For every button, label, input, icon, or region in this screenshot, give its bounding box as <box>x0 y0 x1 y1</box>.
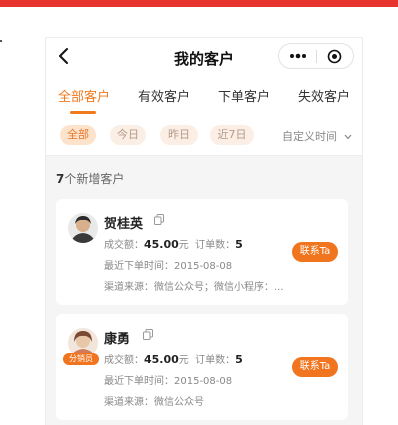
customer-name: 康勇 <box>104 332 131 347</box>
customer-card[interactable]: 贺桂英 成交额：45.00元 订单数：5 最近下单时间：2015-08-08 渠… <box>56 199 348 305</box>
capsule-divider <box>316 50 317 63</box>
tab-all-customers[interactable]: 全部客户 <box>58 86 110 105</box>
edge-mark <box>0 40 2 42</box>
customer-name: 贺桂英 <box>104 217 144 232</box>
channel-value: 微信公众号 <box>154 397 204 408</box>
channel-info: 渠道来源：微信公众号；微信小程序：... <box>104 278 284 293</box>
mini-program-capsule <box>278 43 354 69</box>
filter-chip-yesterday[interactable]: 昨日 <box>160 125 198 145</box>
amount-value: 45.00 <box>144 353 179 366</box>
phone-screen: 我的客户 全部客户 有效客户 下单客户 失效客户 全部 今日 昨日 近7日 自定… <box>46 38 362 425</box>
last-order-value: 2015-08-08 <box>174 261 233 272</box>
custom-time-label: 自定义时间 <box>282 130 337 143</box>
last-order-info: 最近下单时间：2015-08-08 <box>104 257 232 272</box>
chevron-down-icon <box>344 134 351 140</box>
last-order-info: 最近下单时间：2015-08-08 <box>104 372 232 387</box>
new-customers-count: 7个新增客户 <box>56 170 124 187</box>
orders-label: 订单数： <box>195 240 236 251</box>
amount-label: 成交额： <box>104 355 144 366</box>
last-order-label: 最近下单时间： <box>104 376 174 387</box>
tab-valid-customers[interactable]: 有效客户 <box>138 86 190 105</box>
top-accent-bar <box>0 0 398 7</box>
deal-info: 成交额：45.00元 订单数：5 <box>104 236 243 251</box>
contact-button[interactable]: 联系Ta <box>292 242 338 262</box>
channel-label: 渠道来源： <box>104 282 154 293</box>
new-customers-label: 个新增客户 <box>64 172 125 186</box>
last-order-value: 2015-08-08 <box>174 376 233 387</box>
channel-info: 渠道来源：微信公众号 <box>104 393 204 408</box>
last-order-label: 最近下单时间： <box>104 261 174 272</box>
avatar <box>68 213 98 243</box>
tab-ordered-customers[interactable]: 下单客户 <box>218 86 270 105</box>
channel-label: 渠道来源： <box>104 397 154 408</box>
contact-button[interactable]: 联系Ta <box>292 357 338 377</box>
customer-card[interactable]: 分销员 康勇 成交额：45.00元 订单数：5 最近下单时间：2015-08-0… <box>56 314 348 420</box>
customer-tabs: 全部客户 有效客户 下单客户 失效客户 <box>46 78 362 116</box>
distributor-badge: 分销员 <box>63 353 99 365</box>
copy-icon[interactable] <box>154 214 164 225</box>
filter-chip-today[interactable]: 今日 <box>110 125 146 145</box>
amount-label: 成交额： <box>104 240 144 251</box>
deal-info: 成交额：45.00元 订单数：5 <box>104 351 243 366</box>
amount-unit: 元 <box>178 355 189 366</box>
close-target-icon[interactable] <box>327 49 342 64</box>
amount-unit: 元 <box>178 240 189 251</box>
orders-label: 订单数： <box>195 355 236 366</box>
active-tab-indicator <box>70 111 96 114</box>
channel-value: 微信公众号；微信小程序：... <box>154 282 284 293</box>
orders-value: 5 <box>235 353 243 366</box>
orders-value: 5 <box>235 238 243 251</box>
custom-time-dropdown[interactable]: 自定义时间 <box>282 128 352 144</box>
navigation-bar: 我的客户 <box>46 38 362 78</box>
filter-chip-last-7-days[interactable]: 近7日 <box>210 125 254 145</box>
amount-value: 45.00 <box>144 238 179 251</box>
tab-invalid-customers[interactable]: 失效客户 <box>298 86 350 105</box>
time-filter-bar: 全部 今日 昨日 近7日 自定义时间 <box>46 116 362 156</box>
more-icon[interactable] <box>289 50 307 62</box>
copy-icon[interactable] <box>143 329 153 340</box>
filter-chip-all[interactable]: 全部 <box>60 125 96 145</box>
